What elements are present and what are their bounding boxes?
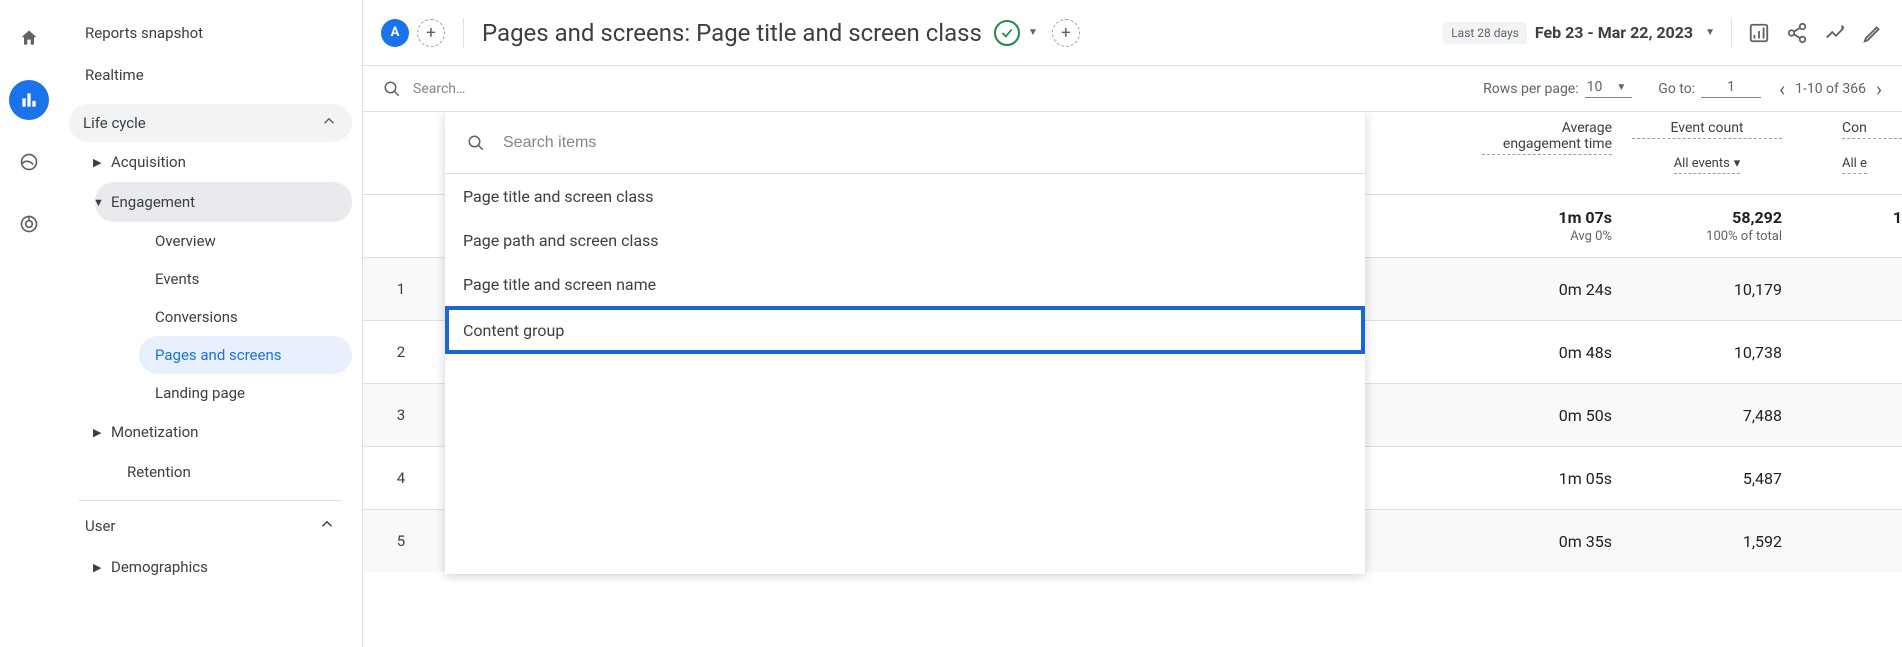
sidebar-section-life-cycle[interactable]: Life cycle	[69, 104, 352, 142]
sidebar-item-pages-and-screens[interactable]: Pages and screens	[139, 336, 352, 374]
sidebar-item-realtime[interactable]: Realtime	[69, 54, 352, 96]
caret-right-icon: ▶	[93, 156, 109, 169]
dropdown-icon[interactable]: ▼	[1705, 27, 1715, 38]
dimension-dropdown: Page title and screen class Page path an…	[445, 112, 1365, 574]
search-icon	[383, 80, 401, 98]
explore-icon[interactable]	[9, 204, 49, 244]
sidebar-item-acquisition[interactable]: ▶ Acquisition	[95, 142, 352, 182]
share-icon[interactable]	[1786, 22, 1808, 44]
report-body: Average engagement time Event count All …	[363, 112, 1902, 647]
sidebar-item-engagement[interactable]: ▼ Engagement	[95, 182, 352, 222]
dropdown-search	[445, 112, 1365, 174]
comparison-chip[interactable]: A	[381, 19, 409, 47]
rows-per-page-label: Rows per page:	[1483, 81, 1578, 97]
dropdown-item[interactable]: Page title and screen name	[445, 262, 1365, 306]
sidebar-item-overview[interactable]: Overview	[139, 222, 352, 260]
dropdown-search-input[interactable]	[503, 134, 1343, 152]
caret-right-icon: ▶	[93, 426, 109, 439]
table-search-input[interactable]: Search…	[413, 81, 1483, 97]
left-nav-rail	[0, 0, 57, 647]
reports-sidebar: Reports snapshot Realtime Life cycle ▶ A…	[57, 0, 362, 647]
dropdown-icon[interactable]: ▼	[1028, 27, 1038, 38]
edit-icon[interactable]	[1862, 22, 1884, 44]
period-label: Last 28 days	[1443, 22, 1527, 44]
sidebar-section-label: Life cycle	[83, 114, 146, 132]
dropdown-item[interactable]: Page path and screen class	[445, 218, 1365, 262]
dropdown-icon: ▼	[1616, 82, 1626, 93]
next-page-button[interactable]: ›	[1876, 77, 1882, 101]
sidebar-item-events[interactable]: Events	[139, 260, 352, 298]
insights-icon[interactable]	[1824, 22, 1846, 44]
customize-report-icon[interactable]	[1748, 22, 1770, 44]
chevron-up-icon	[320, 112, 338, 134]
divider	[79, 500, 342, 501]
pager: ‹ 1-10 of 366 ›	[1779, 77, 1882, 101]
caret-right-icon: ▶	[93, 561, 109, 574]
sidebar-item-monetization[interactable]: ▶ Monetization	[95, 412, 352, 452]
prev-page-button[interactable]: ‹	[1779, 77, 1785, 101]
col-conversions[interactable]: Con All e	[1842, 120, 1902, 174]
dropdown-icon: ▾	[1734, 156, 1741, 171]
search-icon	[467, 134, 485, 152]
col-event-count[interactable]: Event count All events ▾	[1632, 120, 1782, 174]
sidebar-item-retention[interactable]: Retention	[95, 452, 352, 492]
event-count-filter[interactable]: All events ▾	[1674, 156, 1741, 174]
sidebar-section-user[interactable]: User	[69, 505, 352, 547]
sidebar-item-demographics[interactable]: ▶ Demographics	[95, 547, 352, 587]
dropdown-item-content-group[interactable]: Content group	[445, 306, 1365, 354]
main-content: A + Pages and screens: Page title and sc…	[362, 0, 1902, 647]
add-dimension-button[interactable]: +	[1052, 19, 1080, 47]
reports-icon[interactable]	[9, 80, 49, 120]
dropdown-item[interactable]: Page title and screen class	[445, 174, 1365, 218]
report-header: A + Pages and screens: Page title and sc…	[363, 0, 1902, 66]
date-range-picker[interactable]: Feb 23 - Mar 22, 2023	[1535, 23, 1693, 42]
divider	[1731, 19, 1732, 47]
check-icon[interactable]	[994, 20, 1020, 46]
advertising-icon[interactable]	[9, 142, 49, 182]
rows-per-page-select[interactable]: 10 ▼	[1585, 79, 1633, 98]
go-to-input[interactable]: 1	[1701, 79, 1761, 98]
page-range-label: 1-10 of 366	[1795, 81, 1866, 97]
table-toolbar: Search… Rows per page: 10 ▼ Go to: 1 ‹ 1…	[363, 66, 1902, 112]
go-to-label: Go to:	[1658, 81, 1695, 97]
caret-down-icon: ▼	[93, 196, 109, 209]
sidebar-item-landing-page[interactable]: Landing page	[139, 374, 352, 412]
page-title: Pages and screens: Page title and screen…	[482, 19, 982, 47]
divider	[463, 18, 464, 48]
sidebar-item-conversions[interactable]: Conversions	[139, 298, 352, 336]
sidebar-item-reports-snapshot[interactable]: Reports snapshot	[69, 12, 352, 54]
col-avg-engagement-time[interactable]: Average engagement time	[1482, 120, 1612, 155]
chevron-up-icon	[318, 515, 336, 537]
home-icon[interactable]	[9, 18, 49, 58]
add-comparison-button[interactable]: +	[417, 19, 445, 47]
